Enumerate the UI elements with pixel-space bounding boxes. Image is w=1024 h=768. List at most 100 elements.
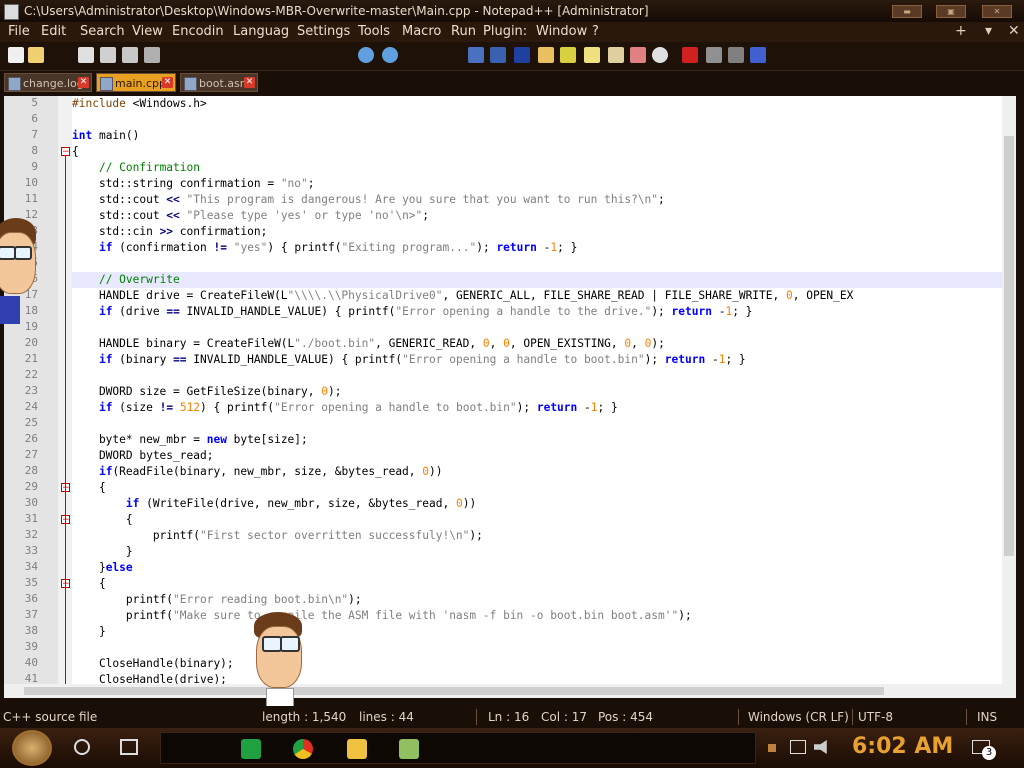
- menu-edit[interactable]: Edit: [41, 24, 66, 39]
- code-line[interactable]: int main(): [72, 128, 139, 144]
- menu-run[interactable]: Run: [451, 24, 476, 39]
- close-icon[interactable]: ✕: [244, 77, 255, 88]
- chevron-down-icon[interactable]: ▾: [985, 23, 992, 39]
- chevron-up-icon[interactable]: [768, 744, 776, 752]
- code-line[interactable]: DWORD size = GetFileSize(binary, 0);: [72, 384, 342, 400]
- code-line[interactable]: }: [72, 544, 133, 560]
- print-icon[interactable]: [144, 47, 160, 63]
- network-icon[interactable]: [790, 740, 806, 754]
- code-line[interactable]: if (binary == INVALID_HANDLE_VALUE) { pr…: [72, 352, 746, 368]
- sync-scroll-icon[interactable]: [468, 47, 484, 63]
- vertical-scrollbar[interactable]: [1002, 96, 1016, 684]
- status-eol[interactable]: Windows (CR LF): [748, 706, 849, 728]
- close-file-icon[interactable]: [122, 47, 138, 63]
- clock[interactable]: 6:02 AM: [852, 734, 953, 759]
- tab-label: boot.asm: [199, 77, 251, 90]
- play-macro-icon[interactable]: [728, 47, 744, 63]
- notepad-plus-plus-icon[interactable]: [399, 739, 419, 759]
- run-macro-icon[interactable]: [750, 47, 766, 63]
- word-wrap-icon[interactable]: [490, 47, 506, 63]
- code-line[interactable]: std::cout << "This program is dangerous!…: [72, 192, 665, 208]
- show-all-chars-icon[interactable]: [514, 47, 530, 63]
- code-line[interactable]: HANDLE drive = CreateFileW(L"\\\\.\\Phys…: [72, 288, 853, 304]
- code-line[interactable]: if (size != 512) { printf("Error opening…: [72, 400, 618, 416]
- scrollbar-thumb[interactable]: [24, 687, 884, 695]
- record-macro-icon[interactable]: [682, 47, 698, 63]
- monitoring-icon[interactable]: [652, 47, 668, 63]
- menu-tools[interactable]: Tools: [358, 24, 390, 39]
- close-icon[interactable]: ✕: [78, 77, 89, 88]
- new-file-icon[interactable]: [8, 47, 24, 63]
- sheets-app-icon[interactable]: [241, 739, 261, 759]
- code-line[interactable]: }: [72, 624, 106, 640]
- code-line[interactable]: printf("Make sure to compile the ASM fil…: [72, 608, 692, 624]
- code-line[interactable]: #include <Windows.h>: [72, 96, 207, 112]
- task-view-icon[interactable]: [120, 739, 138, 755]
- menu-macro[interactable]: Macro: [402, 24, 441, 39]
- code-line[interactable]: {: [72, 480, 106, 496]
- code-line[interactable]: printf("First sector overritten successf…: [72, 528, 483, 544]
- zoom-out-icon[interactable]: [382, 47, 398, 63]
- close-doc-icon[interactable]: ✕: [1008, 23, 1020, 39]
- menu-encoding[interactable]: Encodin: [172, 24, 224, 39]
- start-button[interactable]: [12, 730, 52, 766]
- code-line[interactable]: // Overwrite: [72, 272, 1002, 288]
- volume-muted-icon[interactable]: [814, 740, 827, 754]
- horizontal-scrollbar[interactable]: [4, 684, 1016, 698]
- code-area[interactable]: #include <Windows.h> int main(){ // Confi…: [72, 96, 1002, 684]
- doc-map-icon[interactable]: [584, 47, 600, 63]
- code-line[interactable]: if (WriteFile(drive, new_mbr, size, &byt…: [72, 496, 476, 512]
- code-line[interactable]: {: [72, 576, 106, 592]
- code-line[interactable]: if (confirmation != "yes") { printf("Exi…: [72, 240, 577, 256]
- tab-change-log[interactable]: change.log ✕: [4, 73, 92, 92]
- menu-file[interactable]: File: [8, 24, 30, 39]
- search-icon[interactable]: [74, 739, 90, 755]
- menu-plugins[interactable]: Plugin:: [483, 24, 527, 39]
- minimize-button[interactable]: ▬: [892, 5, 922, 18]
- tab-main-cpp[interactable]: main.cpp ✕: [96, 73, 176, 92]
- file-explorer-icon[interactable]: [347, 739, 367, 759]
- code-line[interactable]: std::cin >> confirmation;: [72, 224, 267, 240]
- code-line[interactable]: if(ReadFile(binary, new_mbr, size, &byte…: [72, 464, 443, 480]
- indent-guide-icon[interactable]: [538, 47, 554, 63]
- menu-settings[interactable]: Settings: [297, 24, 350, 39]
- code-line[interactable]: std::string confirmation = "no";: [72, 176, 315, 192]
- status-insert-mode[interactable]: INS: [977, 706, 997, 728]
- code-line[interactable]: }else: [72, 560, 133, 576]
- tab-boot-asm[interactable]: boot.asm ✕: [180, 73, 258, 92]
- code-editor[interactable]: 5678910111213141516171819202122232425262…: [4, 96, 1016, 684]
- chrome-icon[interactable]: [293, 739, 313, 759]
- close-button[interactable]: ✕: [982, 5, 1012, 18]
- code-line[interactable]: std::cout << "Please type 'yes' or type …: [72, 208, 429, 224]
- function-list-icon[interactable]: [608, 47, 624, 63]
- menu-view[interactable]: View: [132, 24, 163, 39]
- menu-help[interactable]: ?: [592, 24, 599, 39]
- code-line[interactable]: // Confirmation: [72, 160, 200, 176]
- save-icon[interactable]: [78, 47, 94, 63]
- maximize-button[interactable]: ▣: [936, 5, 966, 18]
- code-line[interactable]: printf("Error reading boot.bin\n");: [72, 592, 362, 608]
- menu-window[interactable]: Window: [536, 24, 587, 39]
- line-number: 7: [31, 128, 38, 141]
- open-file-icon[interactable]: [28, 47, 44, 63]
- scrollbar-thumb[interactable]: [1004, 136, 1014, 556]
- code-line[interactable]: if (drive == INVALID_HANDLE_VALUE) { pri…: [72, 304, 752, 320]
- code-line[interactable]: {: [72, 512, 133, 528]
- code-line[interactable]: {: [72, 144, 79, 160]
- folder-workspace-icon[interactable]: [630, 47, 646, 63]
- fold-toggle-icon[interactable]: −: [61, 147, 70, 157]
- udl-icon[interactable]: [560, 47, 576, 63]
- zoom-in-icon[interactable]: [358, 47, 374, 63]
- save-all-icon[interactable]: [100, 47, 116, 63]
- close-icon[interactable]: ✕: [162, 77, 173, 88]
- stop-macro-icon[interactable]: [706, 47, 722, 63]
- menu-search[interactable]: Search: [80, 24, 125, 39]
- code-line[interactable]: byte* new_mbr = new byte[size];: [72, 432, 308, 448]
- new-tab-icon[interactable]: +: [955, 23, 967, 39]
- code-line[interactable]: DWORD bytes_read;: [72, 448, 214, 464]
- menu-language[interactable]: Languag: [233, 24, 289, 39]
- code-line[interactable]: CloseHandle(drive);: [72, 672, 227, 684]
- status-encoding[interactable]: UTF-8: [858, 706, 893, 728]
- code-line[interactable]: CloseHandle(binary);: [72, 656, 234, 672]
- code-line[interactable]: HANDLE binary = CreateFileW(L"./boot.bin…: [72, 336, 665, 352]
